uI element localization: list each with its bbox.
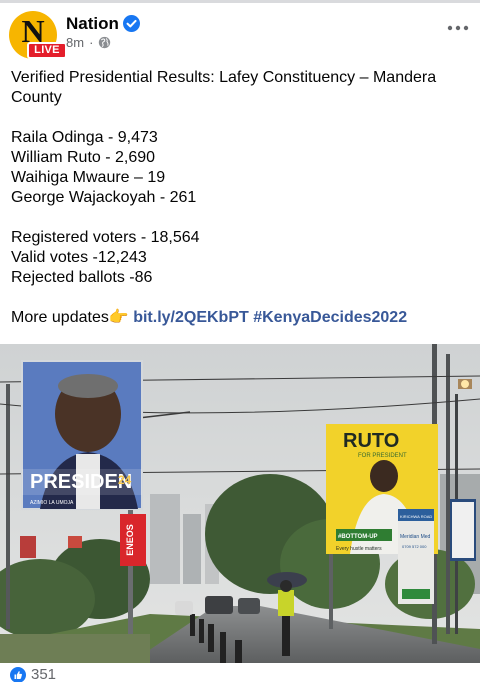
billboard-left-number: 24: [118, 473, 132, 487]
eneos-sign: ENEOS: [120, 514, 146, 566]
reactions-bar[interactable]: 351: [0, 663, 480, 682]
post-link[interactable]: bit.ly/2QEKbPT #KenyaDecides2022: [133, 309, 407, 326]
more-updates-line: More updates👉 bit.ly/2QEKbPT #KenyaDecid…: [11, 308, 471, 328]
meta-separator: ·: [89, 35, 94, 50]
page-avatar[interactable]: N LIVE: [9, 11, 67, 59]
billboard-right-subtitle: FOR PRESIDENT: [358, 453, 407, 459]
result-line: George Wajackoyah - 261: [11, 189, 197, 206]
like-count[interactable]: 351: [31, 666, 56, 682]
meridian-sign: KIRICHWA ROAD Meridian Med 0709 572 000: [398, 509, 434, 604]
live-badge: LIVE: [27, 42, 67, 59]
page-name-link[interactable]: Nation: [66, 14, 119, 34]
billboard-left-text: PRESIDEN: [30, 471, 132, 493]
result-line: Raila Odinga - 9,473: [11, 129, 158, 146]
result-line: Waihiga Mwaure – 19: [11, 169, 166, 186]
result-line: William Ruto - 2,690: [11, 149, 156, 166]
post-header: N LIVE Nation 8m ·: [0, 3, 480, 63]
like-thumbs-up-icon: [10, 667, 26, 682]
billboard-right-text: RUTO: [343, 430, 399, 452]
stat-line: Registered voters - 18,564: [11, 229, 200, 246]
billboard-left-caption: AZIMIO LA UMOJA: [30, 500, 74, 506]
billboard-right-slogan: Every hustle matters: [336, 546, 382, 552]
globe-icon: [99, 36, 111, 49]
billboard-right-caption: #BOTTOM-UP: [338, 534, 378, 540]
verified-badge-icon: [123, 15, 140, 32]
stat-line: Valid votes -12,243: [11, 249, 147, 266]
post-title: Verified Presidential Results: Lafey Con…: [11, 69, 437, 106]
post-photo[interactable]: PRESIDEN 24 AZIMIO LA UMOJA ENEOS RUTO F…: [0, 344, 480, 663]
post-timestamp[interactable]: 8m: [66, 35, 84, 50]
more-options-icon[interactable]: [446, 19, 470, 37]
billboard-left: PRESIDEN 24 AZIMIO LA UMOJA: [21, 360, 143, 510]
post-message: Verified Presidential Results: Lafey Con…: [11, 68, 471, 328]
meridian-sign-text: Meridian Med: [400, 534, 431, 540]
stat-line: Rejected ballots -86: [11, 269, 153, 286]
eneos-text: ENEOS: [125, 524, 135, 556]
more-updates-prefix: More updates👉: [11, 309, 134, 326]
post-meta: 8m ·: [66, 35, 111, 50]
meridian-phone-text: 0709 572 000: [402, 544, 427, 549]
street-scene-image: PRESIDEN 24 AZIMIO LA UMOJA ENEOS RUTO F…: [0, 344, 480, 663]
kirichwa-sign-text: KIRICHWA ROAD: [400, 514, 432, 519]
